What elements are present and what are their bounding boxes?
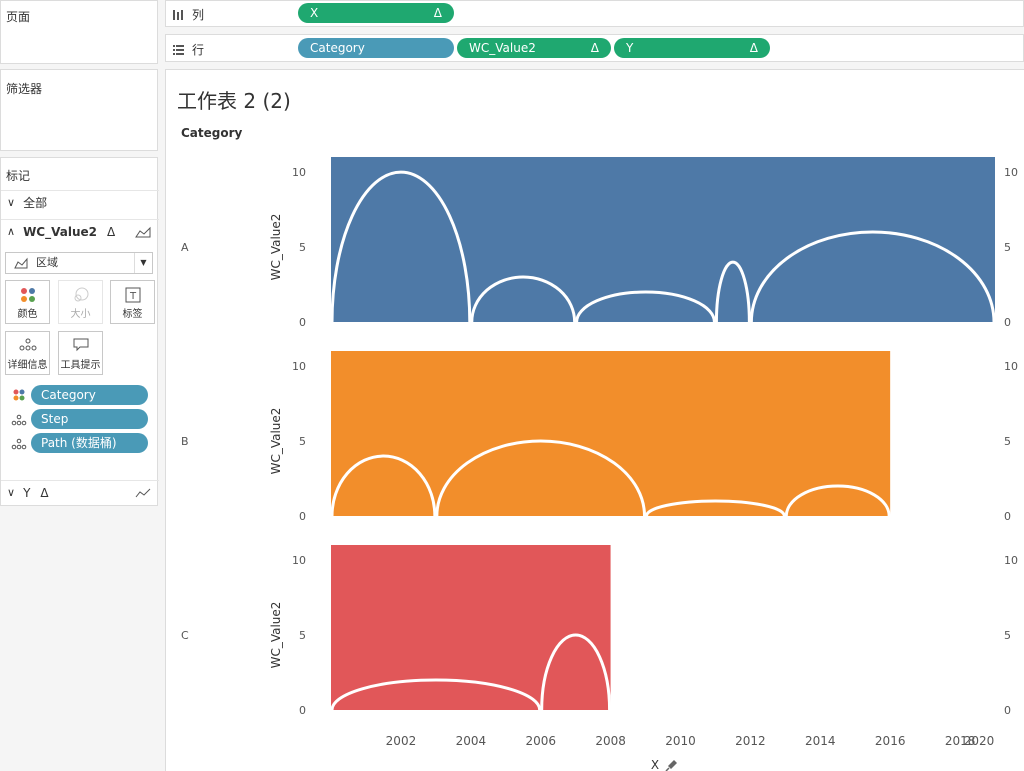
rows-icon — [173, 44, 184, 55]
columns-icon — [173, 9, 183, 20]
columns-pill-x[interactable]: X Δ — [298, 3, 454, 23]
delta-icon: Δ — [590, 41, 599, 55]
delta-icon: Δ — [749, 41, 758, 55]
pages-title: 页面 — [6, 10, 31, 24]
marks-card: 标记 ∨ 全部 ∧ WC_Value2 Δ 区域 ▼ 颜色 大小 T 标签 详细… — [0, 157, 159, 506]
area-chart-icon — [135, 226, 151, 238]
size-icon — [74, 287, 88, 302]
detail-dots-icon — [19, 338, 36, 351]
detail-button[interactable]: 详细信息 — [5, 331, 50, 375]
rows-pill-y[interactable]: Y Δ — [614, 38, 770, 58]
chevron-up-icon: ∧ — [7, 225, 16, 238]
filters-card[interactable]: 筛选器 — [0, 69, 158, 151]
marks-all-row[interactable]: ∨ 全部 — [1, 190, 159, 214]
line-chart-icon — [135, 488, 151, 498]
color-dots-icon — [20, 288, 35, 302]
tableau-workspace: 页面 列 X Δ 行 Category WC_Value2 Δ Y Δ 筛选器 … — [0, 0, 1024, 771]
color-dots-icon — [13, 389, 25, 401]
worksheet-view: 工作表 2 (2) — [165, 69, 1024, 771]
svg-text:T: T — [128, 291, 136, 302]
delta-icon: Δ — [433, 6, 442, 20]
delta-icon: Δ — [106, 224, 116, 239]
worksheet-title: 工作表 2 (2) — [177, 89, 291, 113]
marks-layer-y[interactable]: ∨ Y Δ — [1, 480, 159, 504]
marks-layer-wc-value2[interactable]: ∧ WC_Value2 Δ — [1, 219, 159, 243]
marks-title: 标记 — [6, 169, 31, 183]
color-button[interactable]: 颜色 — [5, 280, 50, 324]
rows-label: 行 — [172, 41, 204, 58]
label-button[interactable]: T 标签 — [110, 280, 155, 324]
columns-shelf[interactable]: 列 X Δ — [165, 0, 1024, 27]
size-button: 大小 — [58, 280, 103, 324]
chevron-down-icon: ∨ — [7, 486, 16, 499]
detail-dots-icon — [11, 414, 27, 426]
columns-label: 列 — [172, 6, 204, 23]
rows-pill-wc-value2[interactable]: WC_Value2 Δ — [457, 38, 611, 58]
mark-type-dropdown[interactable]: 区域 ▼ — [5, 252, 153, 274]
delta-icon: Δ — [40, 485, 49, 500]
filters-title: 筛选器 — [6, 82, 43, 96]
detail-dots-icon — [11, 438, 27, 450]
rows-pill-category[interactable]: Category — [298, 38, 454, 58]
area-mark-icon — [14, 257, 28, 269]
tooltip-button[interactable]: 工具提示 — [58, 331, 103, 375]
chevron-down-icon: ∨ — [7, 196, 16, 209]
tooltip-icon — [73, 338, 88, 352]
dropdown-arrow-icon: ▼ — [134, 253, 152, 273]
rows-shelf[interactable]: 行 Category WC_Value2 Δ Y Δ — [165, 34, 1024, 62]
text-label-icon: T — [125, 287, 140, 303]
pages-card: 页面 — [0, 0, 158, 64]
